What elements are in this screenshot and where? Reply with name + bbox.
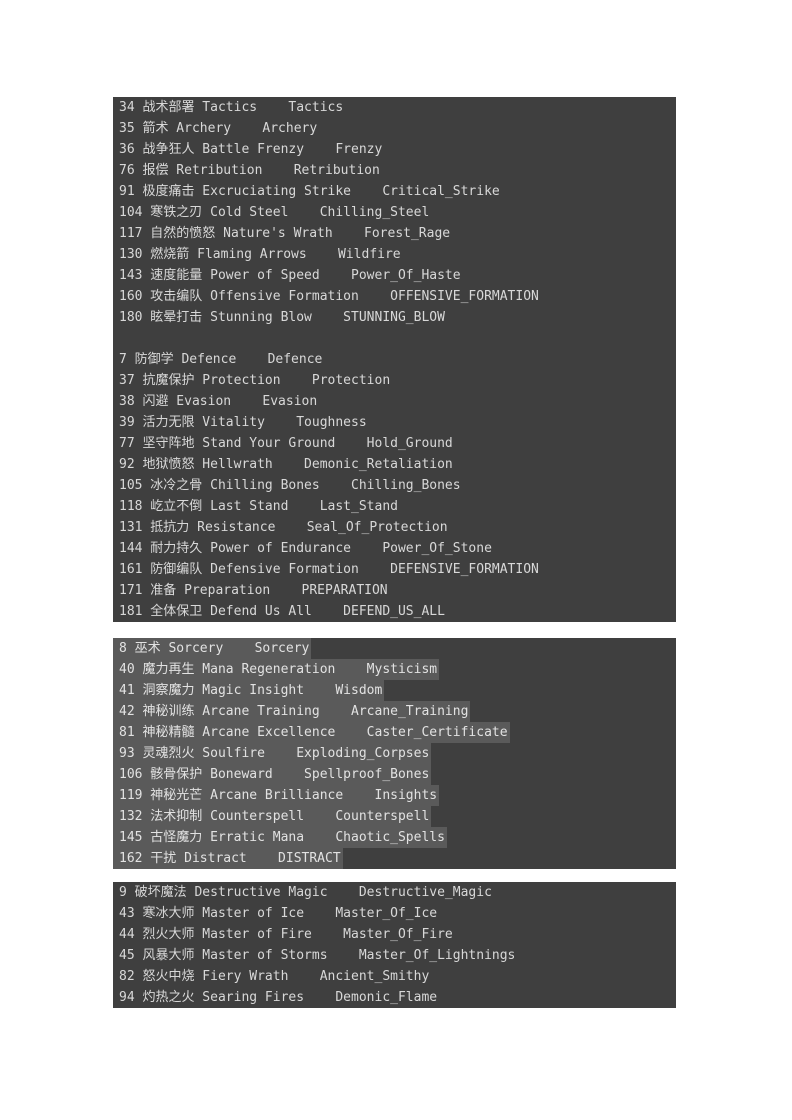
- selected-text-run[interactable]: 162 干扰 Distract DISTRACT: [113, 848, 343, 869]
- selected-text-run[interactable]: 41 洞察魔力 Magic Insight Wisdom: [113, 680, 385, 701]
- skill-line[interactable]: 91 极度痛击 Excruciating Strike Critical_Str…: [113, 181, 676, 202]
- text-block-offense-defense[interactable]: 34 战术部署 Tactics Tactics 35 箭术 Archery Arc…: [113, 97, 676, 622]
- selected-text-run[interactable]: 81 神秘精髓 Arcane Excellence Caster_Certifi…: [113, 722, 510, 743]
- skill-line[interactable]: 130 燃烧箭 Flaming Arrows Wildfire: [113, 244, 676, 265]
- skill-line[interactable]: 82 怒火中烧 Fiery Wrath Ancient_Smithy: [113, 966, 676, 987]
- skill-line[interactable]: 43 寒冰大师 Master of Ice Master_Of_Ice: [113, 903, 676, 924]
- selected-text-run[interactable]: 132 法术抑制 Counterspell Counterspell: [113, 806, 432, 827]
- skill-line[interactable]: 37 抗魔保护 Protection Protection: [113, 370, 676, 391]
- selected-text-run[interactable]: 119 神秘光芒 Arcane Brilliance Insights: [113, 785, 440, 806]
- skill-line[interactable]: 38 闪避 Evasion Evasion: [113, 391, 676, 412]
- skill-line[interactable]: 105 冰冷之骨 Chilling Bones Chilling_Bones: [113, 475, 676, 496]
- skill-line[interactable]: 144 耐力持久 Power of Endurance Power_Of_Sto…: [113, 538, 676, 559]
- skill-line[interactable]: 93 灵魂烈火 Soulfire Exploding_Corpses: [113, 743, 676, 764]
- skill-line[interactable]: 34 战术部署 Tactics Tactics: [113, 97, 676, 118]
- skill-line[interactable]: 171 准备 Preparation PREPARATION: [113, 580, 676, 601]
- skill-line[interactable]: 81 神秘精髓 Arcane Excellence Caster_Certifi…: [113, 722, 676, 743]
- skill-line[interactable]: 42 神秘训练 Arcane Training Arcane_Training: [113, 701, 676, 722]
- skill-line[interactable]: 162 干扰 Distract DISTRACT: [113, 848, 676, 869]
- skill-line[interactable]: 76 报偿 Retribution Retribution: [113, 160, 676, 181]
- skill-line[interactable]: 35 箭术 Archery Archery: [113, 118, 676, 139]
- text-block-destructive-magic[interactable]: 9 破坏魔法 Destructive Magic Destructive_Mag…: [113, 882, 676, 1008]
- selected-text-run[interactable]: 93 灵魂烈火 Soulfire Exploding_Corpses: [113, 743, 432, 764]
- selected-text-run[interactable]: 106 骸骨保护 Boneward Spellproof_Bones: [113, 764, 432, 785]
- skill-line[interactable]: 161 防御编队 Defensive Formation DEFENSIVE_F…: [113, 559, 676, 580]
- skill-line[interactable]: 92 地狱愤怒 Hellwrath Demonic_Retaliation: [113, 454, 676, 475]
- skill-line[interactable]: 131 抵抗力 Resistance Seal_Of_Protection: [113, 517, 676, 538]
- skill-line[interactable]: 117 自然的愤怒 Nature's Wrath Forest_Rage: [113, 223, 676, 244]
- skill-line[interactable]: 7 防御学 Defence Defence: [113, 349, 676, 370]
- skill-line[interactable]: 36 战争狂人 Battle Frenzy Frenzy: [113, 139, 676, 160]
- skill-line[interactable]: 39 活力无限 Vitality Toughness: [113, 412, 676, 433]
- skill-line[interactable]: 41 洞察魔力 Magic Insight Wisdom: [113, 680, 676, 701]
- skill-line[interactable]: 181 全体保卫 Defend Us All DEFEND_US_ALL: [113, 601, 676, 622]
- selected-text-run[interactable]: 145 古怪魔力 Erratic Mana Chaotic_Spells: [113, 827, 447, 848]
- skill-line[interactable]: 160 攻击编队 Offensive Formation OFFENSIVE_F…: [113, 286, 676, 307]
- skill-line[interactable]: 44 烈火大师 Master of Fire Master_Of_Fire: [113, 924, 676, 945]
- skill-line[interactable]: 119 神秘光芒 Arcane Brilliance Insights: [113, 785, 676, 806]
- skill-line[interactable]: 180 眩晕打击 Stunning Blow STUNNING_BLOW: [113, 307, 676, 328]
- blank-line[interactable]: [113, 328, 676, 349]
- selected-text-run[interactable]: 42 神秘训练 Arcane Training Arcane_Training: [113, 701, 471, 722]
- skill-line[interactable]: 145 古怪魔力 Erratic Mana Chaotic_Spells: [113, 827, 676, 848]
- skill-line[interactable]: 8 巫术 Sorcery Sorcery: [113, 638, 676, 659]
- skill-line[interactable]: 77 坚守阵地 Stand Your Ground Hold_Ground: [113, 433, 676, 454]
- selected-text-run[interactable]: 8 巫术 Sorcery Sorcery: [113, 638, 312, 659]
- skill-line[interactable]: 94 灼热之火 Searing Fires Demonic_Flame: [113, 987, 676, 1008]
- skill-line[interactable]: 104 寒铁之刃 Cold Steel Chilling_Steel: [113, 202, 676, 223]
- text-block-sorcery[interactable]: 8 巫术 Sorcery Sorcery 40 魔力再生 Mana Regener…: [113, 638, 676, 869]
- page-canvas: 34 战术部署 Tactics Tactics 35 箭术 Archery Arc…: [0, 0, 792, 1120]
- selected-text-run[interactable]: 40 魔力再生 Mana Regeneration Mysticism: [113, 659, 440, 680]
- skill-line[interactable]: 118 屹立不倒 Last Stand Last_Stand: [113, 496, 676, 517]
- skill-line[interactable]: 40 魔力再生 Mana Regeneration Mysticism: [113, 659, 676, 680]
- skill-line[interactable]: 132 法术抑制 Counterspell Counterspell: [113, 806, 676, 827]
- skill-line[interactable]: 106 骸骨保护 Boneward Spellproof_Bones: [113, 764, 676, 785]
- skill-line[interactable]: 143 速度能量 Power of Speed Power_Of_Haste: [113, 265, 676, 286]
- skill-line[interactable]: 9 破坏魔法 Destructive Magic Destructive_Mag…: [113, 882, 676, 903]
- skill-line[interactable]: 45 风暴大师 Master of Storms Master_Of_Light…: [113, 945, 676, 966]
